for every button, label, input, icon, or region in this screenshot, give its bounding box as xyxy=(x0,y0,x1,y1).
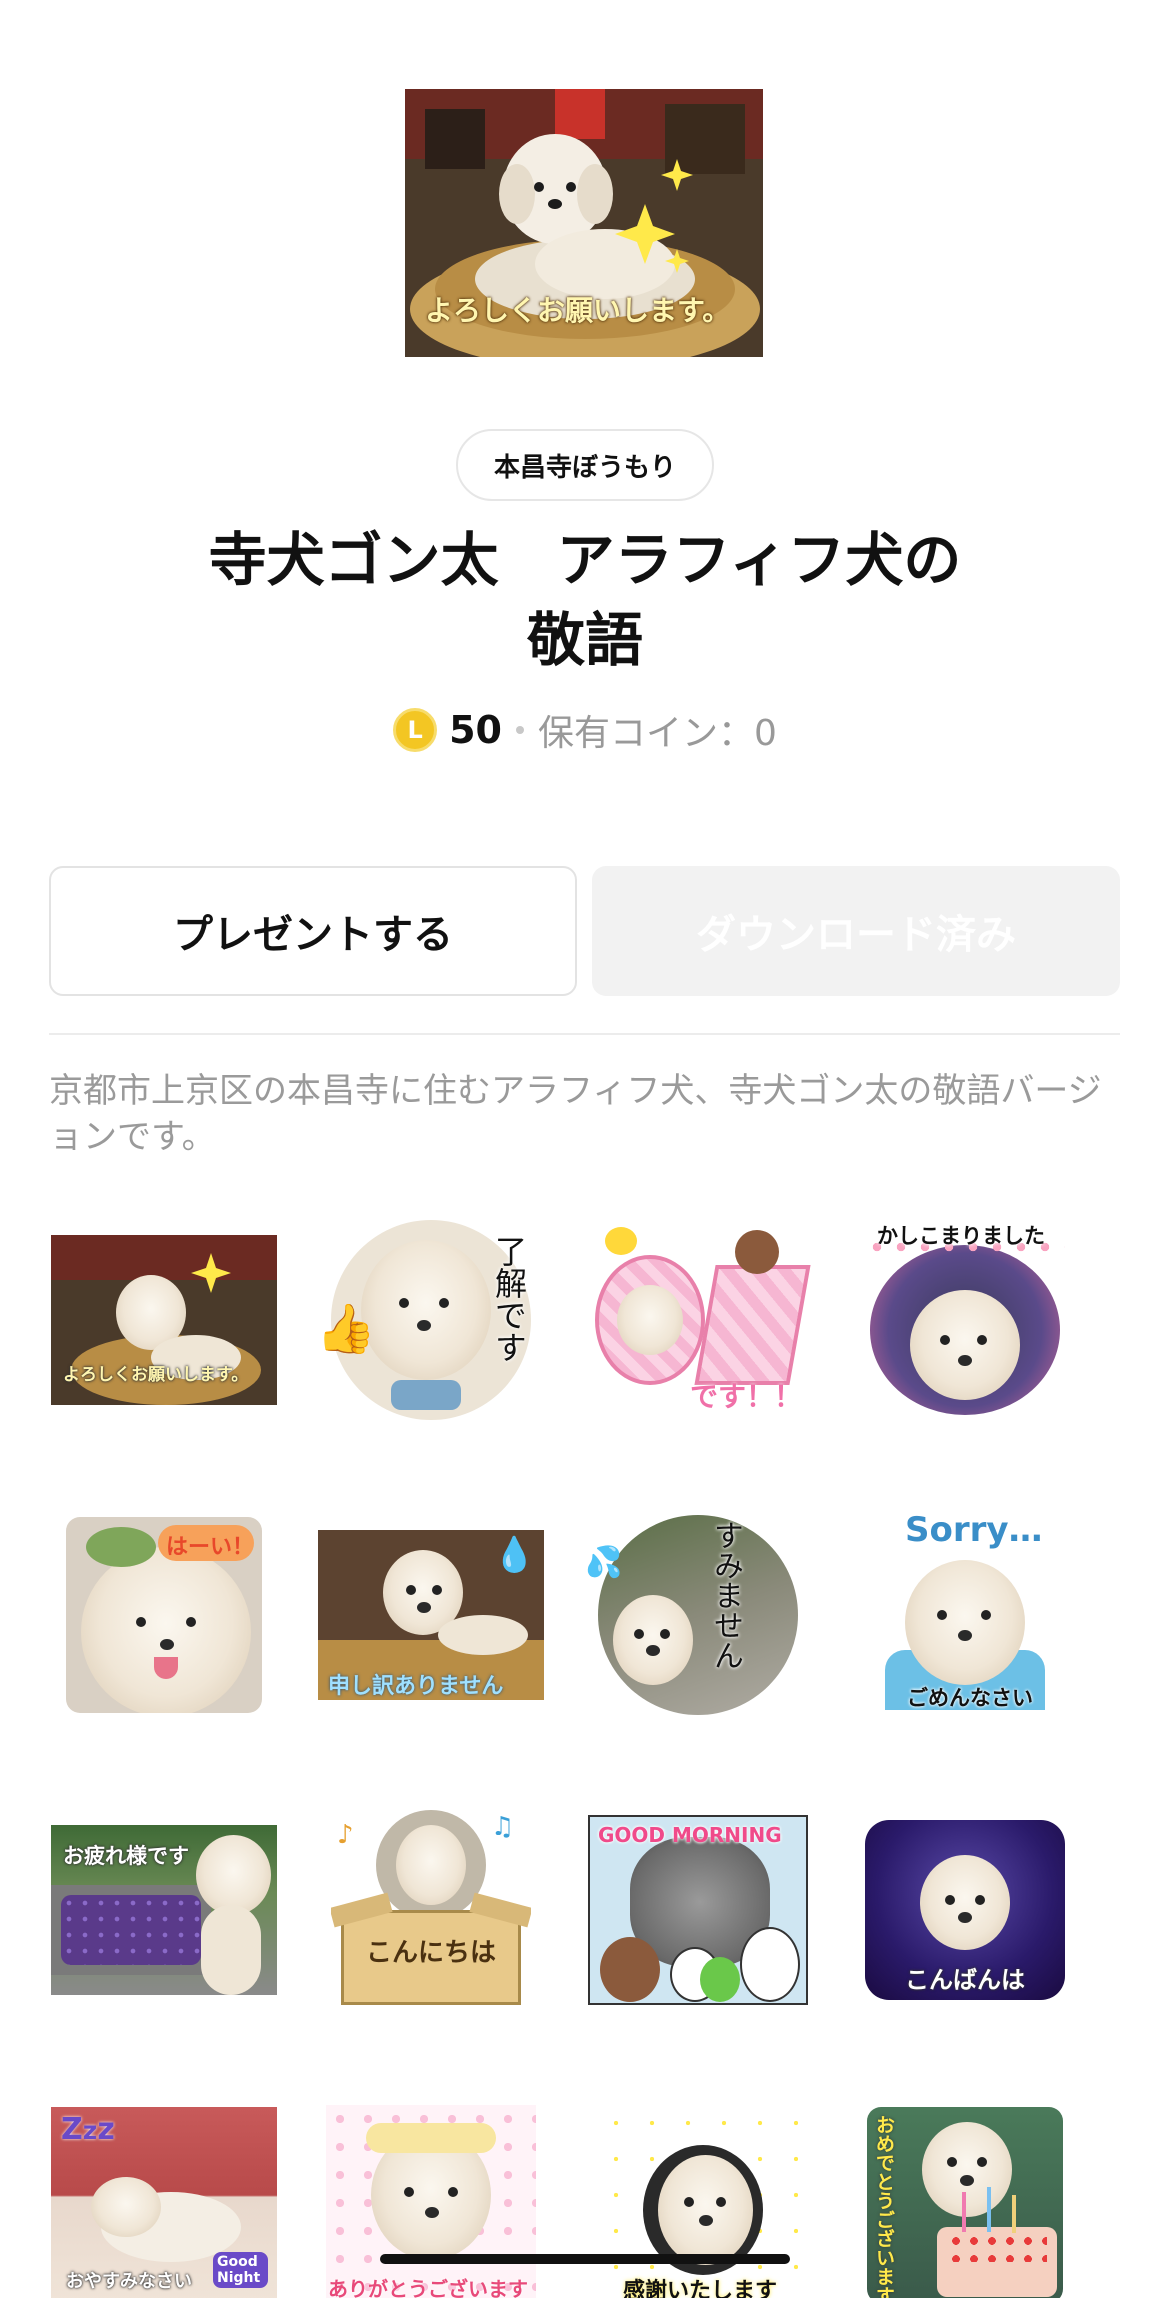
sticker-caption: よろしくお願いします。 xyxy=(63,1365,249,1385)
sticker-caption: です！！ xyxy=(690,1380,803,1413)
description: 京都市上京区の本昌寺に住むアラフィフ犬、寺犬ゴン太の敬語バージョンです。 xyxy=(49,1071,1102,1157)
title-line: 寺犬ゴン太 アラフィフ犬の xyxy=(208,526,962,594)
sticker-item[interactable]: です！！ xyxy=(583,1205,813,1435)
sleep-zzz-icon: Zzz xyxy=(61,2112,115,2147)
sticker-item[interactable]: 了解です 👍 xyxy=(316,1205,546,1435)
hero-caption: よろしくお願いします。 xyxy=(425,294,731,327)
sticker-item[interactable]: おめでとうございます xyxy=(850,2090,1080,2298)
sticker-caption: GOOD MORNING xyxy=(598,1823,782,1847)
present-button[interactable]: プレゼントする xyxy=(49,866,577,996)
sticker-item[interactable]: はーい！ xyxy=(49,1500,279,1730)
thumbs-up-icon: 👍 xyxy=(316,1301,376,1357)
price-row: L 50 保有コイン：0 xyxy=(0,700,1170,760)
sticker-caption: すみません xyxy=(708,1520,743,1670)
sticker-item[interactable]: Zzz おやすみなさい Good Night xyxy=(49,2090,279,2298)
sweat-drop-icon: 💧 xyxy=(493,1535,536,1575)
sticker-caption: ありがとうございます xyxy=(328,2277,528,2298)
music-note-icon: ♫ xyxy=(491,1812,515,1842)
sticker-caption: おやすみなさい xyxy=(66,2271,192,2292)
hero-sticker-image: よろしくお願いします。 xyxy=(405,89,763,357)
sticker-item[interactable]: 感謝いたします xyxy=(583,2090,813,2298)
sticker-pack-title: 寺犬ゴン太 アラフィフ犬の 敬語 xyxy=(100,520,1070,680)
sticker-caption: お疲れ様です xyxy=(63,1844,189,1868)
sticker-caption-2: Good Night xyxy=(213,2252,268,2288)
sticker-caption: Sorry… xyxy=(905,1510,1043,1550)
sticker-item[interactable]: GOOD MORNING xyxy=(583,1795,813,2025)
sticker-caption: 了解です xyxy=(490,1235,528,1363)
sticker-caption: かしこまりました xyxy=(877,1224,1045,1248)
sticker-item[interactable]: すみません 💦 xyxy=(583,1500,813,1730)
sticker-item[interactable]: Sorry… ごめんなさい xyxy=(850,1500,1080,1730)
sticker-caption: こんにちは xyxy=(366,1938,497,1968)
owned-coins: 保有コイン：0 xyxy=(537,713,777,754)
separator-dot xyxy=(515,726,524,734)
sticker-caption: 申し訳ありません xyxy=(328,1674,504,1699)
sticker-item[interactable]: よろしくお願いします。 xyxy=(49,1205,279,1435)
sticker-item[interactable]: 💧 申し訳ありません xyxy=(316,1500,546,1730)
music-note-icon: ♪ xyxy=(337,1820,354,1850)
sticker-caption: こんばんは xyxy=(905,1966,1025,1994)
sticker-item[interactable]: かしこまりました xyxy=(850,1205,1080,1435)
divider xyxy=(49,1033,1120,1035)
sticker-item[interactable]: こんばんは xyxy=(850,1795,1080,2025)
author-link[interactable]: 本昌寺ぼうもり xyxy=(456,429,714,501)
sweat-drop-icon: 💦 xyxy=(585,1545,623,1580)
sticker-item[interactable]: こんにちは ♪ ♫ xyxy=(316,1795,546,2025)
sticker-item[interactable]: お疲れ様です xyxy=(49,1795,279,2025)
sticker-caption: 感謝いたします xyxy=(623,2279,778,2298)
downloaded-button[interactable]: ダウンロード済み xyxy=(592,866,1120,996)
sticker-caption: はーい！ xyxy=(166,1535,255,1560)
price-amount: 50 xyxy=(449,708,502,752)
sticker-item[interactable]: ありがとうございます xyxy=(316,2090,546,2298)
sticker-caption-2: ごめんなさい xyxy=(907,1686,1033,1710)
home-indicator[interactable] xyxy=(380,2254,790,2264)
title-line: 敬語 xyxy=(526,606,643,674)
line-coin-icon: L xyxy=(393,708,438,752)
sticker-caption: おめでとうございます xyxy=(873,2115,895,2298)
